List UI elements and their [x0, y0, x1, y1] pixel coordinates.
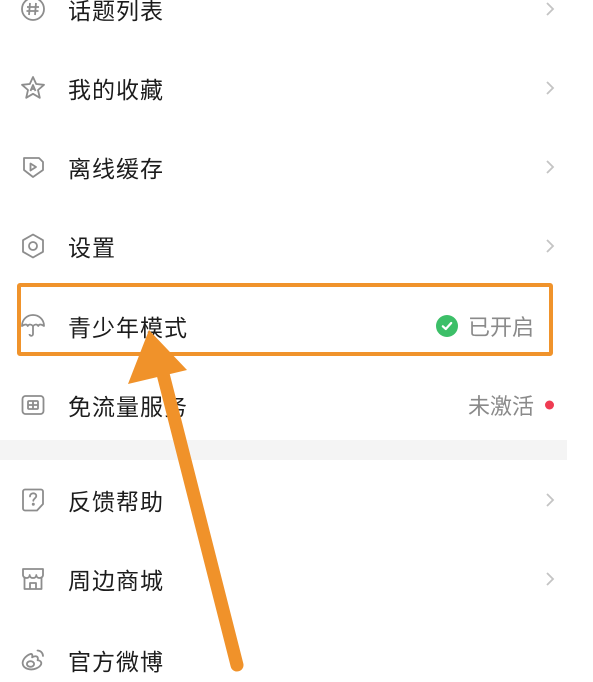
- data-free-status: 未激活: [467, 395, 534, 420]
- menu-item-label: 反馈帮助: [68, 490, 164, 516]
- menu-item-label: 免流量服务: [68, 395, 188, 421]
- highlight-box: [17, 283, 553, 356]
- chevron-right-icon: [546, 160, 555, 174]
- menu-item-label: 官方微博: [68, 650, 164, 676]
- chevron-right-icon: [546, 81, 555, 95]
- chevron-right-icon: [546, 572, 555, 586]
- menu-item-label: 我的收藏: [68, 78, 164, 104]
- star-icon: [18, 73, 48, 103]
- shop-icon: [18, 564, 48, 594]
- menu-screen: 话题列表 我的收藏 离线缓存 设置 青少年模式 已开启 免流量服务 未激活 反馈…: [0, 0, 593, 682]
- section-divider: [0, 440, 567, 460]
- menu-item-weibo[interactable]: 官方微博: [0, 632, 570, 682]
- menu-item-label: 话题列表: [68, 0, 164, 25]
- menu-item-label: 周边商城: [68, 569, 164, 595]
- sim-card-icon: [18, 390, 48, 420]
- menu-item-offline-cache[interactable]: 离线缓存: [0, 139, 570, 195]
- gear-icon: [18, 231, 48, 261]
- chevron-right-icon: [546, 2, 555, 16]
- menu-item-label: 设置: [68, 236, 116, 262]
- menu-item-favorites[interactable]: 我的收藏: [0, 60, 570, 116]
- menu-item-data-free[interactable]: 免流量服务 未激活: [0, 377, 570, 433]
- menu-item-shop[interactable]: 周边商城: [0, 551, 570, 607]
- chevron-right-icon: [546, 493, 555, 507]
- chevron-right-icon: [546, 239, 555, 253]
- hashtag-icon: [18, 0, 48, 24]
- help-icon: [18, 485, 48, 515]
- download-icon: [18, 152, 48, 182]
- menu-item-topic-list[interactable]: 话题列表: [0, 0, 570, 37]
- red-dot: [545, 400, 554, 410]
- menu-item-feedback[interactable]: 反馈帮助: [0, 472, 570, 528]
- menu-item-settings[interactable]: 设置: [0, 218, 570, 274]
- weibo-icon: [18, 645, 48, 675]
- menu-item-label: 离线缓存: [68, 157, 164, 183]
